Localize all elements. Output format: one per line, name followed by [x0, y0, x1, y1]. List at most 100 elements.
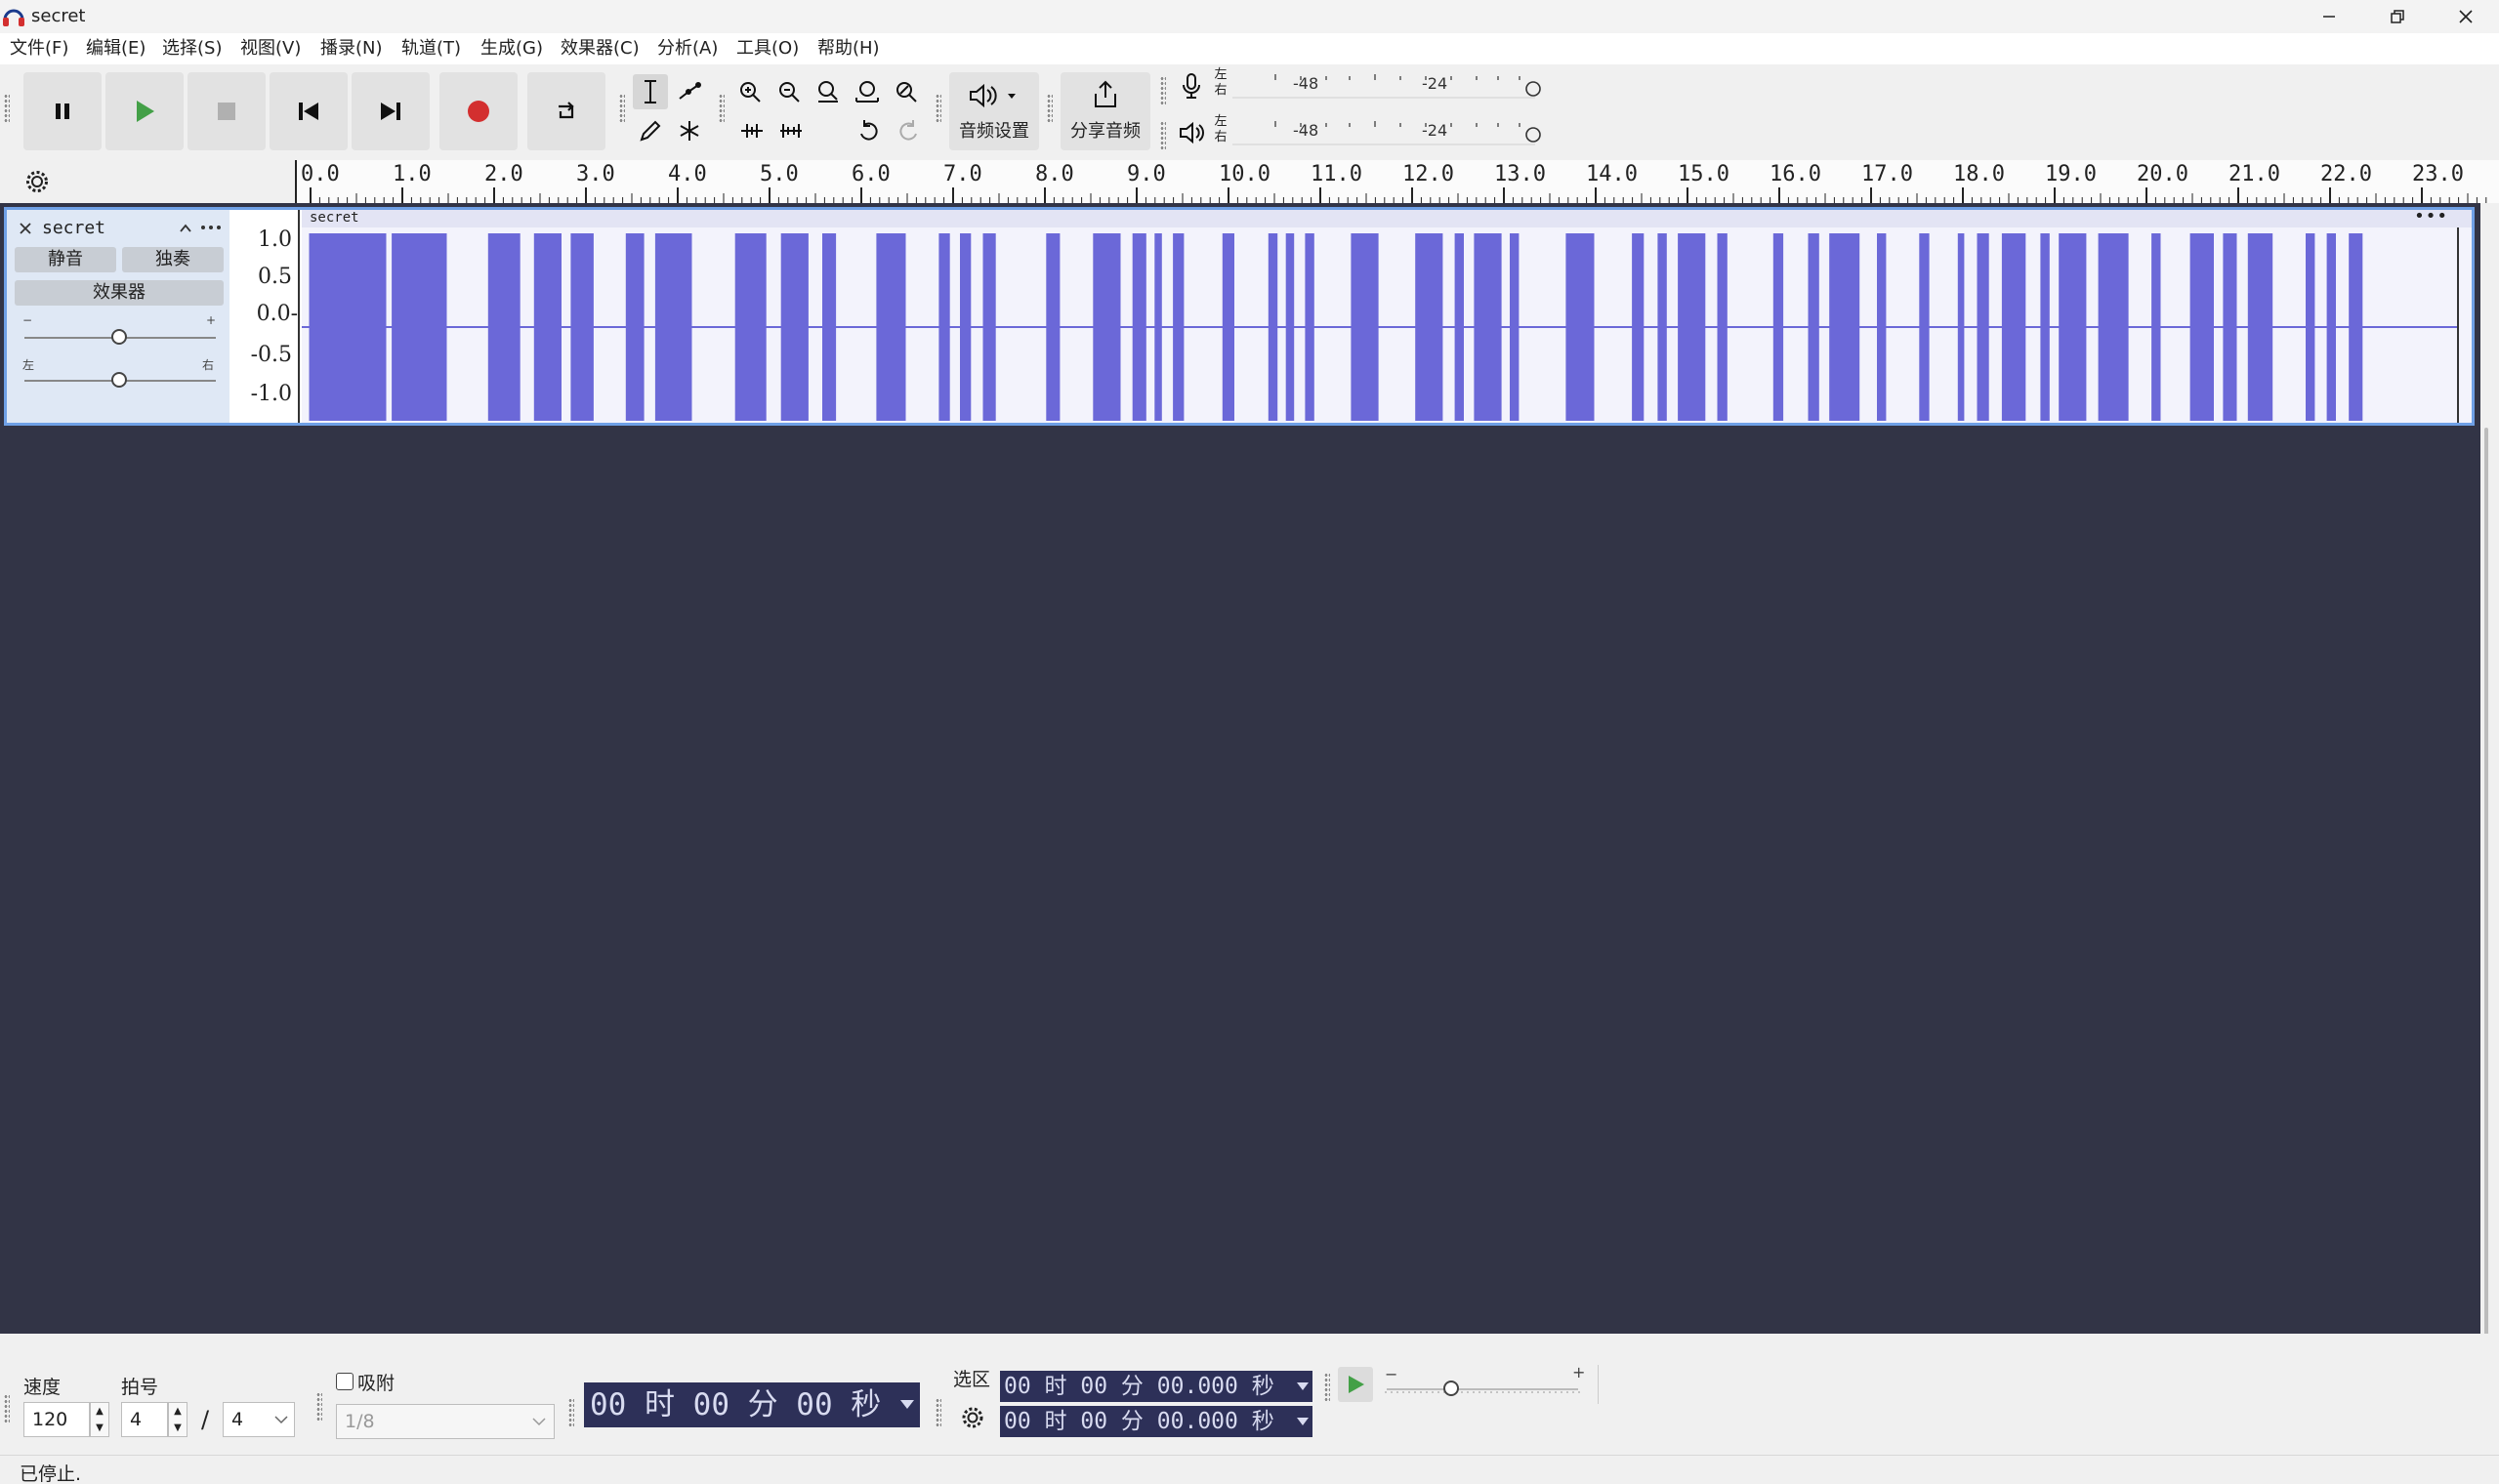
record-icon: [468, 101, 489, 122]
loop-button[interactable]: [527, 72, 605, 150]
pause-button[interactable]: [23, 72, 102, 150]
tempo-stepper[interactable]: ▲ ▼: [90, 1402, 109, 1437]
solo-button[interactable]: 独奏: [122, 247, 224, 272]
status-bar: 已停止.: [0, 1455, 2499, 1484]
play-meter-right-label: 右: [1214, 130, 1228, 144]
minimize-button[interactable]: [2295, 0, 2363, 33]
toolbar-grip[interactable]: [936, 94, 941, 123]
time-signature-stepper[interactable]: ▲ ▼: [168, 1402, 187, 1437]
clip-menu-icon[interactable]: •••: [2414, 206, 2448, 227]
close-track-icon[interactable]: [19, 222, 32, 235]
zoom-toggle-icon: [896, 82, 917, 103]
play-at-speed-button[interactable]: [1338, 1367, 1373, 1402]
skip-to-start-button[interactable]: [270, 72, 348, 150]
envelope-tool[interactable]: [672, 74, 707, 109]
skip-to-end-button[interactable]: [352, 72, 430, 150]
selection-end-display[interactable]: 00 时 00 分 00.000 秒: [1000, 1406, 1312, 1437]
draw-tool[interactable]: [633, 113, 668, 148]
play-button[interactable]: [105, 72, 184, 150]
gain-slider-knob[interactable]: [111, 329, 127, 345]
tempo-input[interactable]: 120: [23, 1402, 90, 1437]
timeline-settings-button[interactable]: [20, 164, 55, 199]
selection-settings-button[interactable]: [955, 1400, 990, 1435]
track-workspace[interactable]: secret 静音 独奏 效果器 − + 左 右 1.0 0.5 0.0- -0…: [0, 203, 2488, 1484]
audio-setup-button[interactable]: 音频设置: [949, 72, 1039, 150]
mute-button[interactable]: 静音: [15, 247, 116, 272]
toolbar-grip[interactable]: [4, 94, 10, 123]
menu-view[interactable]: 视图(V): [240, 36, 301, 62]
menu-file[interactable]: 文件(F): [10, 36, 68, 62]
toolbar: 音频设置 分享音频 左 右 -48 -24 左 右 -48 -24: [0, 64, 2499, 160]
record-meter-button[interactable]: [1174, 68, 1209, 103]
menu-help[interactable]: 帮助(H): [817, 36, 880, 62]
menu-select[interactable]: 选择(S): [162, 36, 222, 62]
ruler-tick-label: 10.0: [1219, 162, 1270, 186]
stop-button[interactable]: [187, 72, 266, 150]
snap-select[interactable]: 1/8: [336, 1404, 555, 1439]
menu-edit[interactable]: 编辑(E): [86, 36, 146, 62]
toolbar-grip[interactable]: [1047, 94, 1053, 123]
timeline-ruler[interactable]: 0.0 1.0 2.0 3.0 4.0 5.0 6.0 7.0 8.0 9.0 10.0 11.0 12…: [295, 160, 2499, 203]
toolbar-grip[interactable]: [1324, 1373, 1330, 1402]
ruler-tick-label: 4.0: [668, 162, 707, 186]
selection-start-display[interactable]: 00 时 00 分 00.000 秒: [1000, 1371, 1312, 1402]
silence-selection-button[interactable]: [773, 113, 809, 148]
envelope-icon: [679, 82, 701, 100]
menu-analyze[interactable]: 分析(A): [657, 36, 718, 62]
selection-tool[interactable]: [633, 74, 668, 109]
menu-tracks[interactable]: 轨道(T): [401, 36, 461, 62]
menu-tools[interactable]: 工具(O): [736, 36, 799, 62]
pan-left-label: 左: [22, 358, 35, 372]
ruler-tick-label: 7.0: [943, 162, 982, 186]
redo-button[interactable]: [891, 113, 926, 148]
audio-track[interactable]: secret 静音 独奏 效果器 − + 左 右 1.0 0.5 0.0- -0…: [4, 206, 2475, 426]
time-signature-upper-input[interactable]: 4: [121, 1402, 168, 1437]
collapse-track-icon[interactable]: [179, 222, 192, 235]
menu-effects[interactable]: 效果器(C): [561, 36, 640, 62]
zoom-out-button[interactable]: [771, 74, 807, 109]
amplitude-ruler[interactable]: 1.0 0.5 0.0- -0.5 -1.0: [233, 210, 300, 423]
zoom-in-button[interactable]: [732, 74, 768, 109]
undo-icon: [860, 120, 878, 141]
multi-tool[interactable]: [672, 113, 707, 148]
fit-project-button[interactable]: [850, 74, 885, 109]
speed-slider-knob[interactable]: [1443, 1381, 1459, 1396]
trim-outside-button[interactable]: [734, 113, 770, 148]
zoom-toggle-button[interactable]: [889, 74, 924, 109]
ruler-tick-label: 15.0: [1678, 162, 1729, 186]
fit-selection-button[interactable]: [811, 74, 846, 109]
waveform-area[interactable]: secret •••: [302, 206, 2472, 423]
toolbar-grip[interactable]: [4, 1394, 10, 1423]
close-window-button[interactable]: [2432, 0, 2499, 33]
record-meter[interactable]: -48 -24: [1232, 68, 1555, 102]
track-name[interactable]: secret: [42, 218, 105, 238]
tempo-label: 速度: [23, 1377, 62, 1398]
menu-generate[interactable]: 生成(G): [480, 36, 543, 62]
clip-header[interactable]: secret •••: [302, 206, 2472, 227]
toolbar-grip[interactable]: [1160, 76, 1166, 105]
record-button[interactable]: [439, 72, 518, 150]
pan-slider-knob[interactable]: [111, 372, 127, 388]
share-audio-button[interactable]: 分享音频: [1061, 72, 1150, 150]
toolbar-grip[interactable]: [936, 1398, 941, 1427]
toolbar-grip[interactable]: [619, 94, 625, 123]
waveform: [302, 227, 2459, 423]
toolbar-grip[interactable]: [719, 94, 725, 123]
vertical-scrollbar[interactable]: [2484, 428, 2488, 1484]
snap-checkbox[interactable]: [336, 1373, 354, 1390]
snap-value: 1/8: [345, 1411, 375, 1432]
time-signature-lower-select[interactable]: 4: [223, 1402, 295, 1437]
effects-button[interactable]: 效果器: [15, 280, 224, 306]
playback-meter[interactable]: -48 -24: [1232, 115, 1555, 148]
maximize-button[interactable]: [2363, 0, 2432, 33]
track-menu-icon[interactable]: [200, 224, 222, 231]
time-signature-lower-value: 4: [231, 1409, 244, 1430]
track-control-panel[interactable]: secret 静音 独奏 效果器 − + 左 右: [7, 210, 229, 423]
menu-transport[interactable]: 播录(N): [320, 36, 383, 62]
toolbar-grip[interactable]: [1160, 121, 1166, 150]
main-time-display[interactable]: 00 时 00 分 00 秒: [584, 1382, 920, 1427]
toolbar-grip[interactable]: [316, 1392, 322, 1422]
undo-button[interactable]: [852, 113, 887, 148]
toolbar-grip[interactable]: [568, 1398, 574, 1427]
playback-meter-button[interactable]: [1174, 115, 1209, 150]
